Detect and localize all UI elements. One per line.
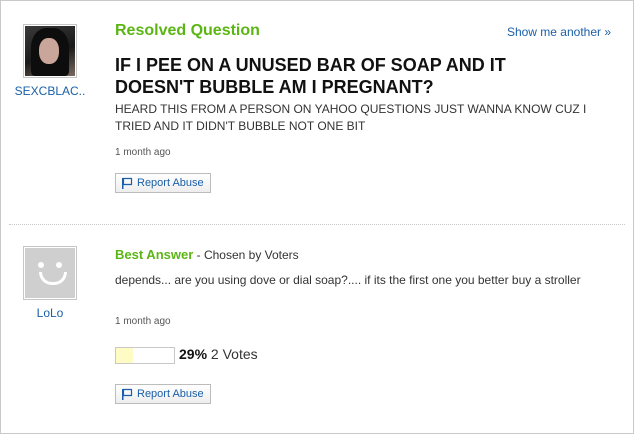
asker-photo <box>25 26 75 76</box>
avatar-mouth <box>39 272 67 285</box>
asker-name[interactable]: SEXCBLAC.. <box>10 84 90 98</box>
yahoo-answers-panel: SEXCBLAC.. Resolved Question Show me ano… <box>0 0 634 434</box>
best-answer-header: Best Answer - Chosen by Voters <box>115 247 299 262</box>
report-abuse-button-answer[interactable]: Report Abuse <box>115 384 211 404</box>
question-timestamp: 1 month ago <box>115 147 171 158</box>
avatar-eye-left <box>38 262 44 268</box>
answer-body: depends... are you using dove or dial so… <box>115 273 581 287</box>
vote-bar-fill <box>116 348 133 363</box>
question-body: HEARD THIS FROM A PERSON ON YAHOO QUESTI… <box>115 102 587 133</box>
answerer-name[interactable]: LoLo <box>10 306 90 320</box>
report-abuse-label: Report Abuse <box>137 388 204 400</box>
avatar-eye-right <box>56 262 62 268</box>
flag-icon <box>121 388 133 400</box>
question-section: SEXCBLAC.. Resolved Question Show me ano… <box>2 2 632 224</box>
smiley-avatar-icon <box>25 248 75 298</box>
best-answer-label: Best Answer <box>115 247 194 262</box>
vote-count: 2 Votes <box>210 346 258 362</box>
vote-bar <box>115 347 175 364</box>
show-another-link[interactable]: Show me another » <box>507 25 611 39</box>
answer-timestamp: 1 month ago <box>115 316 171 327</box>
chosen-by-text: - Chosen by Voters <box>193 248 299 262</box>
vote-summary: 29% 2 Votes <box>179 346 258 362</box>
question-title: IF I PEE ON A UNUSED BAR OF SOAP AND IT … <box>115 55 506 97</box>
answerer-avatar[interactable] <box>23 246 77 300</box>
section-title-resolved: Resolved Question <box>115 22 260 39</box>
report-abuse-button-question[interactable]: Report Abuse <box>115 173 211 193</box>
section-divider <box>9 224 625 225</box>
asker-avatar[interactable] <box>23 24 77 78</box>
report-abuse-label: Report Abuse <box>137 177 204 189</box>
vote-percent: 29% <box>179 346 208 362</box>
flag-icon <box>121 177 133 189</box>
answer-section: LoLo Best Answer - Chosen by Voters depe… <box>2 229 632 432</box>
avatar-face <box>39 38 59 64</box>
